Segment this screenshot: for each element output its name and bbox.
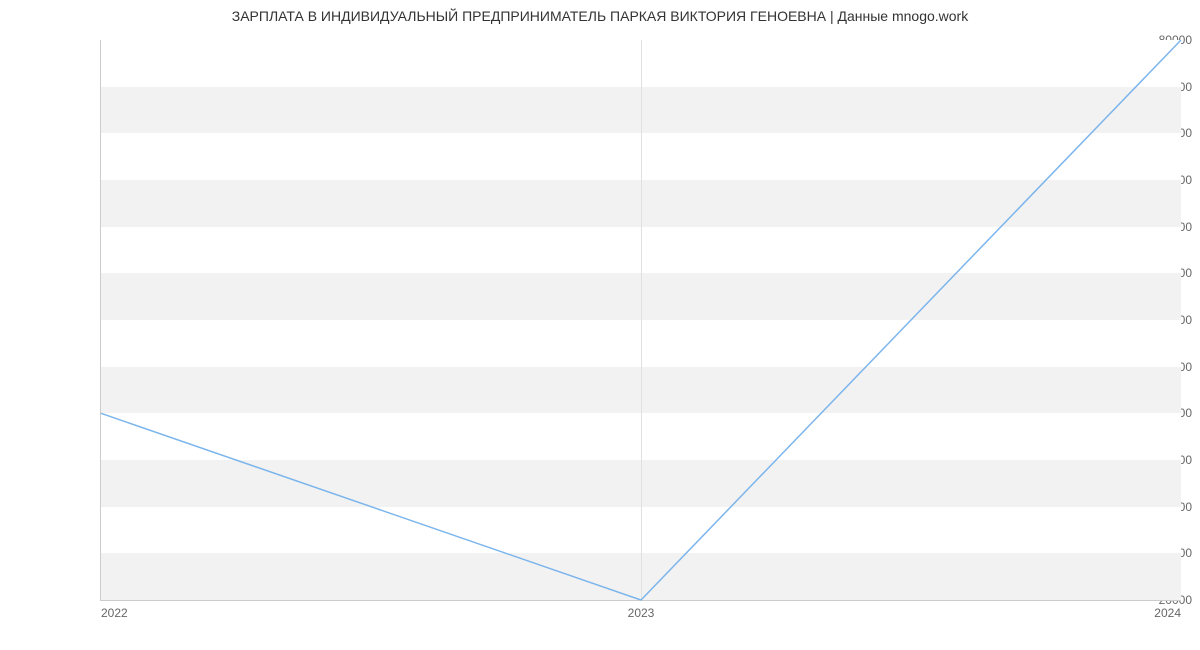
chart-title: ЗАРПЛАТА В ИНДИВИДУАЛЬНЫЙ ПРЕДПРИНИМАТЕЛ… — [0, 8, 1200, 24]
salary-line-chart: ЗАРПЛАТА В ИНДИВИДУАЛЬНЫЙ ПРЕДПРИНИМАТЕЛ… — [0, 0, 1200, 650]
plot-area: 202220232024 — [100, 40, 1181, 601]
x-tick-label: 2023 — [628, 606, 655, 620]
x-tick-label: 2022 — [101, 606, 128, 620]
x-tick-label: 2024 — [1154, 606, 1181, 620]
data-line — [101, 40, 1181, 600]
line-layer — [101, 40, 1181, 600]
